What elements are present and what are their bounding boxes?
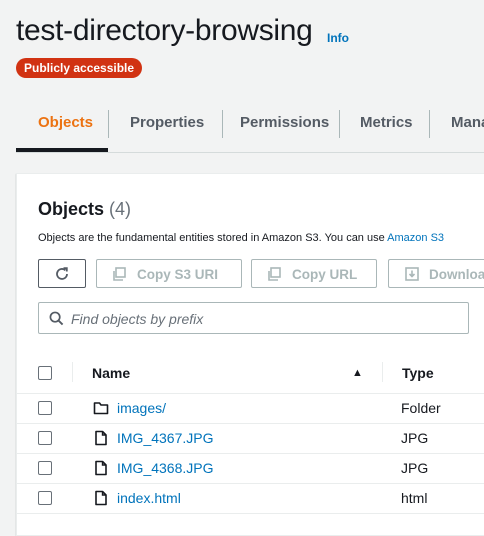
object-type: Folder: [401, 400, 441, 416]
copy-icon: [113, 267, 126, 281]
header-separator: [72, 362, 73, 382]
download-icon: [405, 267, 419, 281]
tab-metrics[interactable]: Metrics: [360, 102, 413, 152]
objects-heading: Objects (4): [38, 199, 131, 220]
tab-properties[interactable]: Properties: [130, 102, 204, 152]
row-checkbox[interactable]: [38, 431, 52, 445]
table-row[interactable]: IMG_4368.JPG JPG: [17, 453, 484, 484]
tab-bar: Objects Properties Permissions Metrics M…: [16, 102, 484, 153]
refresh-icon: [56, 267, 68, 280]
table-row[interactable]: index.html html: [17, 483, 484, 514]
copy-s3-uri-label: Copy S3 URI: [137, 267, 219, 282]
object-type: JPG: [401, 430, 429, 446]
access-status-badge: Publicly accessible: [16, 58, 143, 78]
objects-count: (4): [109, 199, 132, 219]
header-separator: [382, 362, 383, 382]
bucket-title: test-directory-browsing: [16, 14, 313, 47]
sort-ascending-icon[interactable]: ▲: [352, 367, 363, 379]
description-text: Objects are the fundamental entities sto…: [38, 232, 388, 244]
copy-url-button[interactable]: Copy URL: [251, 259, 377, 288]
search-box[interactable]: [38, 302, 469, 334]
object-type: JPG: [401, 460, 429, 476]
copy-url-label: Copy URL: [292, 267, 358, 282]
object-type: html: [401, 490, 428, 506]
tab-objects[interactable]: Objects: [38, 102, 93, 152]
select-all-checkbox[interactable]: [38, 366, 52, 380]
copy-s3-uri-button[interactable]: Copy S3 URI: [96, 259, 242, 288]
object-name-link[interactable]: images/: [117, 400, 166, 416]
tab-separator: [339, 110, 340, 138]
table-row[interactable]: images/ Folder: [17, 393, 484, 424]
search-icon: [49, 311, 64, 326]
search-input[interactable]: [69, 306, 453, 332]
row-checkbox[interactable]: [38, 401, 52, 415]
row-checkbox[interactable]: [38, 461, 52, 475]
download-button[interactable]: Downloa: [388, 259, 484, 288]
folder-icon: [93, 402, 109, 415]
copy-icon: [268, 267, 281, 281]
object-name-link[interactable]: index.html: [117, 490, 181, 506]
file-icon: [95, 460, 107, 476]
file-icon: [95, 490, 107, 506]
tab-management[interactable]: Mana: [451, 102, 484, 152]
info-link[interactable]: Info: [327, 31, 349, 45]
table-row[interactable]: IMG_4367.JPG JPG: [17, 423, 484, 454]
object-name-link[interactable]: IMG_4368.JPG: [117, 460, 214, 476]
objects-heading-label: Objects: [38, 199, 105, 219]
download-label: Downloa: [429, 267, 484, 282]
refresh-button[interactable]: [38, 259, 86, 288]
file-icon: [95, 430, 107, 446]
tab-permissions[interactable]: Permissions: [240, 102, 329, 152]
tab-separator: [108, 110, 109, 138]
amazon-s3-link[interactable]: Amazon S3: [387, 232, 444, 244]
objects-description: Objects are the fundamental entities sto…: [38, 232, 444, 244]
table-header-row: Name ▲ Type: [17, 353, 484, 394]
name-column-header[interactable]: Name: [92, 365, 130, 381]
objects-panel: Objects (4) Objects are the fundamental …: [16, 173, 484, 536]
type-column-header[interactable]: Type: [402, 365, 434, 381]
object-name-link[interactable]: IMG_4367.JPG: [117, 430, 214, 446]
row-checkbox[interactable]: [38, 491, 52, 505]
tab-separator: [222, 110, 223, 138]
tab-separator: [429, 110, 430, 138]
tab-underline: [16, 148, 108, 152]
